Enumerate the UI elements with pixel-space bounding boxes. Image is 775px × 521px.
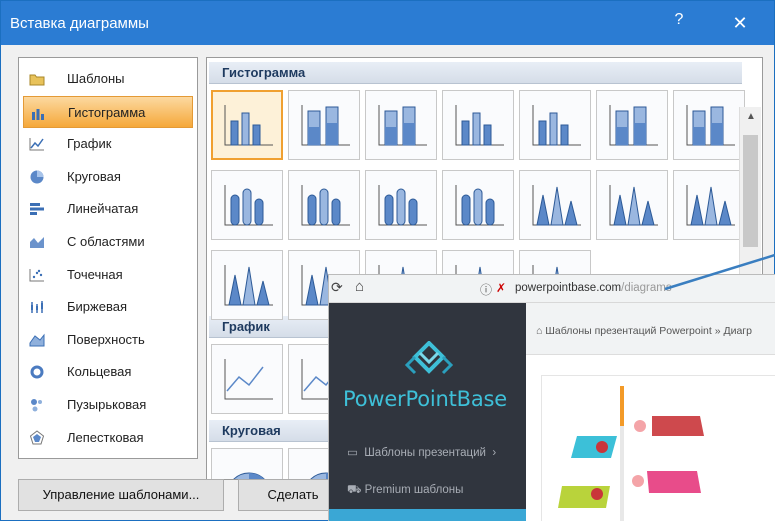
site-sidebar: PowerPointBase ▭ Шаблоны презентаций › ⛟… <box>329 303 526 521</box>
chart-subtype-thumbnail[interactable] <box>596 170 668 240</box>
chart-subtype-thumbnail[interactable] <box>211 90 283 160</box>
insecure-lock-icon: ✗ <box>496 281 507 295</box>
category-label: Линейчатая <box>67 201 139 217</box>
category-radar[interactable]: Лепестковая <box>23 422 193 455</box>
chart-category-list: Шаблоны Гистограмма График Круговая Лине… <box>18 57 198 459</box>
powerpointbase-logo-icon <box>404 341 454 375</box>
chart-subtype-thumbnail[interactable] <box>365 90 437 160</box>
bubble-chart-icon <box>29 397 45 413</box>
category-label: Круговая <box>67 168 121 184</box>
area-chart-icon <box>29 234 45 250</box>
cart-icon: ⛟ <box>347 484 362 496</box>
address-bar: ⟳ ⌂ ⓘ ✗ powerpointbase.com/diagrams <box>329 275 775 303</box>
bar-chart-icon <box>29 201 45 217</box>
pie-chart-icon <box>29 169 45 185</box>
chart-subtype-thumbnail[interactable] <box>673 90 745 160</box>
nav-templates[interactable]: ▭ Шаблоны презентаций › <box>347 445 496 459</box>
chart-subtype-thumbnail[interactable] <box>365 170 437 240</box>
chart-subtype-thumbnail[interactable] <box>673 170 745 240</box>
category-label: С областями <box>67 233 145 249</box>
breadcrumb: ⌂ Шаблоны презентаций Powerpoint » Диагр <box>536 325 752 337</box>
home-icon[interactable]: ⌂ <box>355 278 364 295</box>
home-icon: ⌂ <box>536 325 543 337</box>
nav-active-accent <box>329 509 526 521</box>
category-scatter[interactable]: Точечная <box>23 259 193 292</box>
chart-subtype-thumbnail[interactable] <box>211 250 283 320</box>
category-bar[interactable]: Линейчатая <box>23 193 193 226</box>
section-histogram: Гистограмма <box>209 62 742 84</box>
chart-subtype-thumbnail[interactable] <box>519 170 591 240</box>
category-bubble[interactable]: Пузырьковая <box>23 389 193 422</box>
help-button[interactable]: ? <box>669 11 689 35</box>
stock-chart-icon <box>29 299 45 315</box>
monitor-icon: ▭ <box>347 447 358 459</box>
category-templates[interactable]: Шаблоны <box>23 63 193 96</box>
nav-label: Шаблоны презентаций <box>364 447 486 459</box>
chart-subtype-thumbnail[interactable] <box>211 448 283 479</box>
diagram-preview-image[interactable] <box>541 375 775 521</box>
chevron-right-icon: › <box>492 447 497 459</box>
chart-subtype-thumbnail[interactable] <box>211 170 283 240</box>
browser-window-overlay: ⟳ ⌂ ⓘ ✗ powerpointbase.com/diagrams Powe… <box>328 274 775 521</box>
category-label: Пузырьковая <box>67 396 147 412</box>
chart-subtype-thumbnail[interactable] <box>211 344 283 414</box>
column-chart-icon <box>30 105 46 121</box>
category-surface[interactable]: Поверхность <box>23 324 193 357</box>
manage-templates-button[interactable]: Управление шаблонами... <box>18 479 224 511</box>
category-area[interactable]: С областями <box>23 226 193 259</box>
chart-subtype-thumbnail[interactable] <box>442 90 514 160</box>
category-label: Шаблоны <box>67 71 125 86</box>
line-chart-icon <box>29 136 45 152</box>
breadcrumb-text[interactable]: Шаблоны презентаций Powerpoint » Диагр <box>545 325 752 337</box>
chart-subtype-thumbnail[interactable] <box>288 170 360 240</box>
category-pie[interactable]: Круговая <box>23 161 193 194</box>
info-icon[interactable]: ⓘ <box>480 281 492 298</box>
close-button[interactable]: ✕ <box>726 9 754 37</box>
chart-subtype-thumbnail[interactable] <box>596 90 668 160</box>
chart-subtype-thumbnail[interactable] <box>288 90 360 160</box>
surface-chart-icon <box>29 332 45 348</box>
category-label: Поверхность <box>67 331 145 347</box>
category-label: Кольцевая <box>67 364 132 380</box>
scroll-up-icon[interactable]: ▲ <box>742 111 760 125</box>
url-path: /diagrams <box>621 282 672 294</box>
nav-premium[interactable]: ⛟ Premium шаблоны <box>347 483 463 498</box>
site-brand: PowerPointBase <box>343 387 507 411</box>
category-label: Гистограмма <box>68 104 146 120</box>
scroll-thumb[interactable] <box>743 135 758 247</box>
category-label: Лепестковая <box>67 429 144 445</box>
reload-icon[interactable]: ⟳ <box>331 279 343 296</box>
scatter-chart-icon <box>29 267 45 283</box>
folder-icon <box>29 71 45 87</box>
chart-subtype-thumbnail[interactable] <box>519 90 591 160</box>
doughnut-chart-icon <box>29 364 45 380</box>
category-stock[interactable]: Биржевая <box>23 291 193 324</box>
category-doughnut[interactable]: Кольцевая <box>23 356 193 389</box>
breadcrumb-bar: ⌂ Шаблоны презентаций Powerpoint » Диагр <box>526 303 775 355</box>
category-label: График <box>67 136 112 152</box>
category-histogram[interactable]: Гистограмма <box>23 95 193 129</box>
dialog-title: Вставка диаграммы <box>10 15 149 32</box>
category-label: Точечная <box>67 266 123 282</box>
radar-chart-icon <box>29 429 45 446</box>
nav-label: Premium шаблоны <box>364 484 464 496</box>
chart-subtype-thumbnail[interactable] <box>442 170 514 240</box>
category-label: Биржевая <box>67 299 127 315</box>
category-line[interactable]: График <box>23 128 193 161</box>
url-domain: powerpointbase.com <box>515 282 622 294</box>
url-text[interactable]: powerpointbase.com/diagrams <box>515 282 672 294</box>
title-bar: Вставка диаграммы ? ✕ <box>1 1 774 45</box>
